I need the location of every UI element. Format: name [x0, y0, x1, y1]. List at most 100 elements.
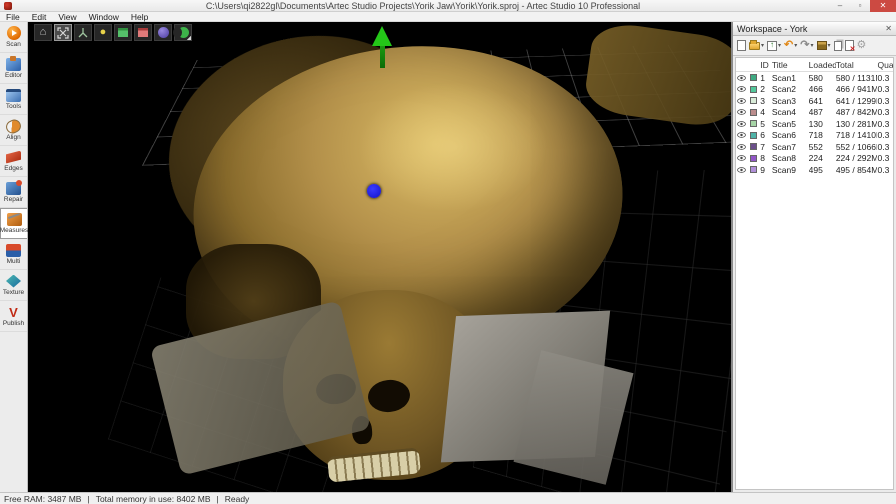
- sidebar-item-align[interactable]: Align: [0, 115, 27, 146]
- header-total[interactable]: Total: [836, 60, 878, 70]
- visibility-eye-icon[interactable]: [736, 86, 748, 92]
- scan-title[interactable]: Scan7: [772, 142, 809, 152]
- copy-scan-button[interactable]: [833, 38, 843, 54]
- scan-color-swatch[interactable]: [748, 155, 761, 162]
- scan-color-swatch[interactable]: [748, 86, 761, 93]
- scan-color-swatch[interactable]: [748, 132, 761, 139]
- redo-button[interactable]: ↷▾: [799, 38, 814, 54]
- sidebar-item-scan[interactable]: Scan: [0, 22, 27, 53]
- sidebar-item-measures[interactable]: Measures: [0, 208, 27, 239]
- menu-view[interactable]: View: [58, 12, 76, 22]
- table-row[interactable]: 6 Scan6 718 718 / 1410Mb 0.3: [736, 130, 893, 142]
- scan-title[interactable]: Scan3: [772, 96, 809, 106]
- scan-title[interactable]: Scan6: [772, 130, 809, 140]
- table-row[interactable]: 2 Scan2 466 466 / 941Mb 0.3: [736, 84, 893, 96]
- axes-button[interactable]: [74, 24, 92, 41]
- sidebar-item-publish[interactable]: V Publish: [0, 301, 27, 332]
- import-scan-button[interactable]: [736, 38, 747, 54]
- visibility-eye-icon[interactable]: [736, 155, 748, 161]
- sidebar-item-label: Tools: [6, 103, 21, 110]
- home-view-button[interactable]: ⌂: [34, 24, 52, 41]
- sidebar-item-editor[interactable]: Editor: [0, 53, 27, 84]
- surface-red-button[interactable]: [134, 24, 152, 41]
- scan-title[interactable]: Scan8: [772, 153, 809, 163]
- scan-color-swatch[interactable]: [748, 109, 761, 116]
- open-project-button[interactable]: ▾: [748, 38, 765, 54]
- shade-mode-button[interactable]: [174, 24, 192, 41]
- repair-icon: [6, 182, 21, 195]
- table-row[interactable]: 8 Scan8 224 224 / 292Mb 0.3: [736, 153, 893, 165]
- close-button[interactable]: ✕: [870, 0, 896, 12]
- scan-title[interactable]: Scan4: [772, 107, 809, 117]
- fit-view-button[interactable]: [54, 24, 72, 41]
- dropdown-arrow-icon[interactable]: ▾: [828, 42, 831, 49]
- table-row[interactable]: 9 Scan9 495 495 / 854Mb 0.3: [736, 164, 893, 176]
- visibility-eye-icon[interactable]: [736, 109, 748, 115]
- sphere-render-icon: [158, 27, 169, 38]
- copy-icon: [834, 41, 842, 51]
- 3d-viewport[interactable]: ⌂ ●: [28, 22, 731, 492]
- export-button[interactable]: ▾: [816, 38, 832, 54]
- table-row[interactable]: 3 Scan3 641 641 / 1299Mb 0.3: [736, 95, 893, 107]
- header-quality[interactable]: Quality: [877, 60, 893, 70]
- settings-button[interactable]: ⚙: [856, 38, 868, 54]
- publish-icon: V: [6, 306, 21, 319]
- menu-edit[interactable]: Edit: [32, 12, 47, 22]
- lighting-button[interactable]: ●: [94, 24, 112, 41]
- delete-icon: [845, 40, 854, 51]
- scan-title[interactable]: Scan2: [772, 84, 809, 94]
- visibility-eye-icon[interactable]: [736, 98, 748, 104]
- scan-loaded: 130: [809, 119, 836, 129]
- scan-color-swatch[interactable]: [748, 166, 761, 173]
- memory-status: Total memory in use: 8402 MB: [96, 494, 211, 504]
- texture-icon: [6, 275, 21, 288]
- scan-total: 224 / 292Mb: [836, 153, 878, 163]
- save-project-button[interactable]: ▾: [766, 38, 782, 54]
- blue-point-marker[interactable]: [367, 184, 381, 198]
- scan-loaded: 487: [809, 107, 836, 117]
- table-row[interactable]: 4 Scan4 487 487 / 842Mb 0.3: [736, 107, 893, 119]
- dropdown-arrow-icon[interactable]: ▾: [778, 42, 781, 49]
- scan-color-swatch[interactable]: [748, 97, 761, 104]
- sphere-render-button[interactable]: [154, 24, 172, 41]
- visibility-eye-icon[interactable]: [736, 132, 748, 138]
- dropdown-arrow-icon[interactable]: ▾: [810, 42, 813, 49]
- table-row[interactable]: 7 Scan7 552 552 / 1066Mb 0.3: [736, 141, 893, 153]
- scan-color-swatch[interactable]: [748, 74, 761, 81]
- surface-green-button[interactable]: [114, 24, 132, 41]
- table-row[interactable]: 1 Scan1 580 580 / 1131Mb 0.3: [736, 72, 893, 84]
- scan-color-swatch[interactable]: [748, 143, 761, 150]
- sidebar-item-repair[interactable]: Repair: [0, 177, 27, 208]
- menu-help[interactable]: Help: [131, 12, 148, 22]
- sidebar-item-multi[interactable]: Multi: [0, 239, 27, 270]
- visibility-eye-icon[interactable]: [736, 167, 748, 173]
- measures-icon: [7, 213, 22, 226]
- header-title[interactable]: Title: [772, 60, 809, 70]
- visibility-eye-icon[interactable]: [736, 144, 748, 150]
- maximize-button[interactable]: ▫: [850, 0, 870, 12]
- dropdown-arrow-icon[interactable]: ▾: [794, 42, 797, 49]
- dropdown-arrow-icon[interactable]: ▾: [761, 42, 764, 49]
- scan-color-swatch[interactable]: [748, 120, 761, 127]
- scan-title[interactable]: Scan9: [772, 165, 809, 175]
- minimize-button[interactable]: –: [830, 0, 850, 12]
- edges-icon: [6, 151, 21, 164]
- scan-title[interactable]: Scan5: [772, 119, 809, 129]
- delete-scan-button[interactable]: [844, 38, 855, 54]
- workspace-panel-header[interactable]: Workspace - York ✕: [733, 22, 896, 36]
- header-id[interactable]: ID: [760, 60, 772, 70]
- undo-button[interactable]: ↶▾: [783, 38, 798, 54]
- sidebar-item-edges[interactable]: Edges: [0, 146, 27, 177]
- scan-quality: 0.3: [877, 73, 893, 83]
- panel-close-icon[interactable]: ✕: [885, 24, 892, 33]
- visibility-eye-icon[interactable]: [736, 121, 748, 127]
- dropdown-corner: [187, 36, 191, 40]
- visibility-eye-icon[interactable]: [736, 75, 748, 81]
- sidebar-item-texture[interactable]: Texture: [0, 270, 27, 301]
- scan-title[interactable]: Scan1: [772, 73, 809, 83]
- header-loaded[interactable]: Loaded: [809, 60, 836, 70]
- table-row[interactable]: 5 Scan5 130 130 / 281Mb 0.3: [736, 118, 893, 130]
- sidebar-item-tools[interactable]: Tools: [0, 84, 27, 115]
- menu-file[interactable]: File: [6, 12, 20, 22]
- menu-window[interactable]: Window: [89, 12, 119, 22]
